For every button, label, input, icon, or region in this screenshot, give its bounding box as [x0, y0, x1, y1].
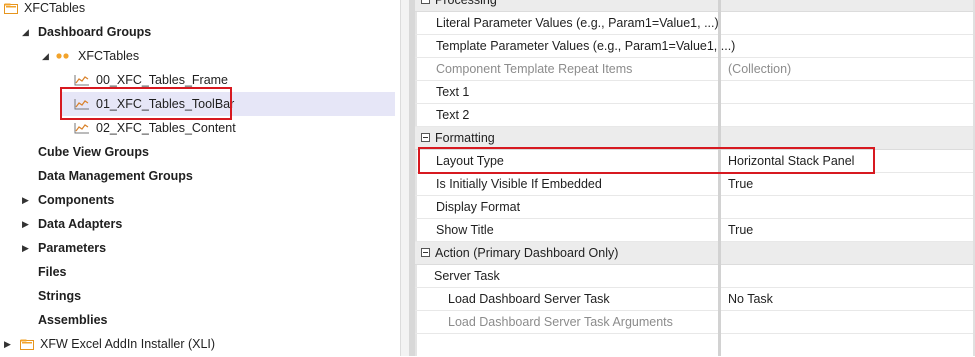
tree-node-xfctables-root[interactable]: XFCTables: [4, 0, 85, 19]
tree-node-data-management-groups[interactable]: Data Management Groups: [38, 165, 193, 187]
tree-node-strings[interactable]: Strings: [38, 285, 81, 307]
prop-name: Text 2: [436, 108, 470, 122]
highlight-box-toolbar: [60, 87, 232, 120]
collapse-icon[interactable]: [421, 248, 430, 257]
category-action[interactable]: Action (Primary Dashboard Only): [415, 242, 975, 265]
tree-node-assemblies[interactable]: Assemblies: [38, 309, 107, 331]
prop-name: Template Parameter Values (e.g., Param1=…: [436, 39, 736, 53]
prop-row-template-repeat[interactable]: Component Template Repeat Items (Collect…: [415, 58, 975, 81]
prop-row-load-task[interactable]: Load Dashboard Server Task No Task: [415, 288, 975, 311]
prop-row-load-task-args[interactable]: Load Dashboard Server Task Arguments: [415, 311, 975, 334]
prop-value: (Collection): [728, 62, 792, 76]
tree-label: Data Adapters: [38, 217, 123, 231]
category-label: Action (Primary Dashboard Only): [435, 246, 619, 260]
tree-label: XFCTables: [78, 49, 140, 63]
prop-row-server-task[interactable]: Server Task: [415, 265, 975, 288]
tree-node-dashboard-groups[interactable]: ◢ Dashboard Groups: [22, 21, 151, 43]
prop-name: Display Format: [436, 200, 521, 214]
property-grid: Processing Literal Parameter Values (e.g…: [415, 0, 975, 356]
collapsed-arrow-icon[interactable]: ▶: [22, 189, 32, 211]
prop-value[interactable]: True: [728, 173, 753, 195]
prop-name: Is Initially Visible If Embedded: [436, 177, 602, 191]
tree-label: Components: [38, 193, 115, 207]
dashboard-group-icon: [56, 52, 70, 60]
prop-name: Component Template Repeat Items: [436, 62, 633, 76]
prop-name: Text 1: [436, 85, 470, 99]
folder-icon: [20, 339, 34, 350]
collapse-icon[interactable]: [421, 0, 430, 4]
prop-name: Literal Parameter Values (e.g., Param1=V…: [436, 16, 719, 30]
category-label: Processing: [435, 0, 497, 7]
prop-row-display-format[interactable]: Display Format: [415, 196, 975, 219]
tree-label: Strings: [38, 289, 82, 303]
tree-label: XFCTables: [24, 1, 86, 15]
tree-node-data-adapters[interactable]: ▶ Data Adapters: [22, 213, 122, 235]
tree-node-cube-view-groups[interactable]: Cube View Groups: [38, 141, 149, 163]
tree-label: Parameters: [38, 241, 107, 255]
category-processing[interactable]: Processing: [415, 0, 975, 12]
prop-row-show-title[interactable]: Show Title True: [415, 219, 975, 242]
tree-node-xfctables-group[interactable]: ◢ XFCTables: [42, 45, 139, 67]
prop-name: Load Dashboard Server Task: [448, 292, 610, 306]
collapse-icon[interactable]: [421, 133, 430, 142]
collapsed-arrow-icon[interactable]: ▶: [22, 237, 32, 259]
tree-node-xli[interactable]: ▶ XFW Excel AddIn Installer (XLI): [4, 333, 215, 355]
prop-name: Show Title: [436, 223, 494, 237]
expanded-arrow-icon[interactable]: ◢: [22, 21, 32, 43]
collapsed-arrow-icon[interactable]: ▶: [22, 213, 32, 235]
prop-value[interactable]: True: [728, 219, 753, 241]
tree-label: Dashboard Groups: [38, 25, 152, 39]
tree-label: 02_XFC_Tables_Content: [96, 121, 236, 135]
tree-node-dashboard-content[interactable]: 02_XFC_Tables_Content: [74, 117, 236, 139]
tree-label: Cube View Groups: [38, 145, 149, 159]
tree-label: XFW Excel AddIn Installer (XLI): [40, 337, 216, 351]
expanded-arrow-icon[interactable]: ◢: [42, 45, 52, 67]
prop-row-text1[interactable]: Text 1: [415, 81, 975, 104]
prop-row-text2[interactable]: Text 2: [415, 104, 975, 127]
prop-row-initially-visible[interactable]: Is Initially Visible If Embedded True: [415, 173, 975, 196]
prop-name: Server Task: [434, 269, 500, 283]
collapsed-arrow-icon[interactable]: ▶: [4, 333, 14, 355]
tree-node-files[interactable]: Files: [38, 261, 67, 283]
tree-label: Data Management Groups: [38, 169, 193, 183]
prop-row-template-params[interactable]: Template Parameter Values (e.g., Param1=…: [415, 35, 975, 58]
prop-row-literal-params[interactable]: Literal Parameter Values (e.g., Param1=V…: [415, 12, 975, 35]
tree-label: Assemblies: [38, 313, 108, 327]
dashboard-chart-icon: [74, 122, 90, 134]
tree-panel: XFCTables ◢ Dashboard Groups ◢ XFCTables…: [0, 0, 400, 356]
prop-value[interactable]: No Task: [728, 288, 773, 310]
folder-icon: [4, 3, 18, 14]
prop-name: Load Dashboard Server Task Arguments: [448, 315, 673, 329]
prop-row-empty: [415, 334, 975, 357]
tree-node-parameters[interactable]: ▶ Parameters: [22, 237, 106, 259]
tree-label: Files: [38, 265, 67, 279]
column-divider[interactable]: [718, 0, 721, 356]
tree-node-components[interactable]: ▶ Components: [22, 189, 114, 211]
highlight-box-layout-type: [418, 147, 875, 174]
dashboard-chart-icon: [74, 74, 90, 86]
category-label: Formatting: [435, 131, 495, 145]
